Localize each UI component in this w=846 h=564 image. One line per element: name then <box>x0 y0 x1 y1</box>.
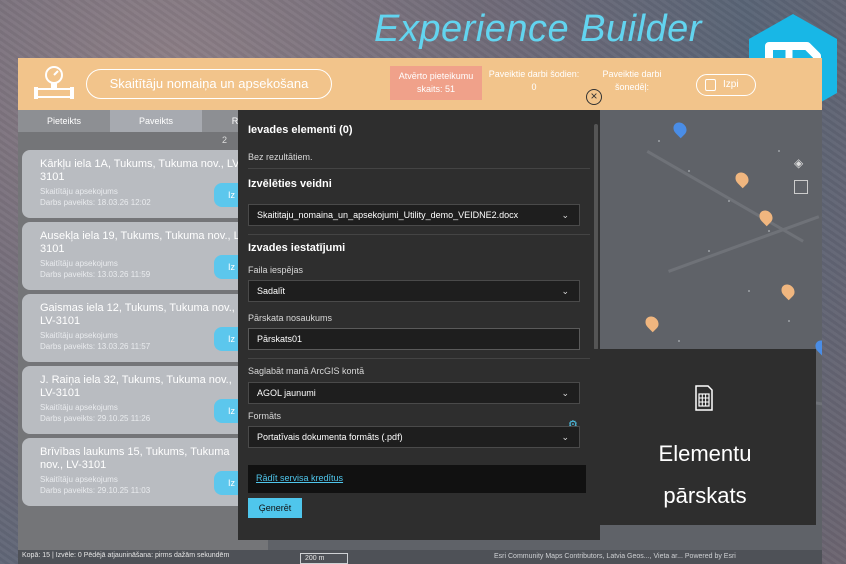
report-name-label: Pārskata nosaukums <box>248 313 333 323</box>
map-pin[interactable] <box>642 313 662 333</box>
map-attribution: Esri Community Maps Contributors, Latvia… <box>494 553 736 560</box>
list-item-done: Darbs paveikts: 18.03.26 12:02 <box>40 198 151 207</box>
app-title: Skaitītāju nomaiņa un apsekošana <box>86 69 332 99</box>
stat-done-today: Paveiktie darbi šodien: 0 <box>488 69 580 92</box>
map-road <box>668 215 820 273</box>
map-pin[interactable] <box>670 119 690 139</box>
chevron-down-icon: ⌄ <box>561 210 569 220</box>
map-pin[interactable] <box>778 281 798 301</box>
file-options-select[interactable]: Sadalīt ⌄ <box>248 280 580 302</box>
list-item-address: J. Raiņa iela 32, Tukums, Tukuma nov., L… <box>40 374 232 399</box>
product-title: Experience Builder <box>374 8 702 50</box>
list-panel: Pieteikts Paveikts R 2 Kārkļu iela 1A, T… <box>18 110 268 550</box>
list-item[interactable]: Kārkļu iela 1A, Tukums, Tukuma nov., LV-… <box>22 150 262 218</box>
tab-bar: Pieteikts Paveikts R <box>18 110 268 132</box>
list-item-done: Darbs paveikts: 29.10.25 11:03 <box>40 486 151 495</box>
report-name-input[interactable]: Pārskats01 <box>248 328 580 350</box>
list-item[interactable]: Gaismas iela 12, Tukums, Tukuma nov., LV… <box>22 294 262 362</box>
list-item-address: Ausekļa iela 19, Tukums, Tukuma nov., LV… <box>40 230 250 255</box>
save-location-value: AGOL jaunumi <box>257 388 316 398</box>
tab-submitted[interactable]: Pieteikts <box>18 110 110 132</box>
callout-line-1: Elementu <box>658 441 752 466</box>
basemap-gallery-icon[interactable] <box>794 180 808 194</box>
save-location-select[interactable]: AGOL jaunumi ⌄ <box>248 382 580 404</box>
map-dot <box>678 340 680 342</box>
map-dot <box>748 290 750 292</box>
map-dot <box>778 150 780 152</box>
chevron-down-icon: ⌄ <box>561 286 569 296</box>
list-item-address: Brīvības laukums 15, Tukums, Tukuma nov.… <box>40 446 230 471</box>
list-item-type: Skaitītāju apsekojums <box>40 187 118 196</box>
divider <box>248 168 590 169</box>
chevron-down-icon: ⌄ <box>561 432 569 442</box>
format-label: Formāts <box>248 411 282 421</box>
layers-icon[interactable]: ◈ <box>794 156 808 170</box>
format-value: Portatīvais dokumenta formāts (.pdf) <box>257 432 403 442</box>
callout-line-2: pārskats <box>663 483 747 508</box>
map-pin[interactable] <box>732 169 752 189</box>
map-dot <box>708 250 710 252</box>
tab-completed[interactable]: Paveikts <box>110 110 202 132</box>
credits-box: Rādīt servisa kredītus <box>248 465 586 493</box>
list-item-address: Kārkļu iela 1A, Tukums, Tukuma nov., LV-… <box>40 158 243 183</box>
save-to-arcgis-label: Saglabāt manā ArcGIS kontā <box>248 366 365 376</box>
list-item-type: Skaitītāju apsekojums <box>40 331 118 340</box>
list-item-type: Skaitītāju apsekojums <box>40 403 118 412</box>
divider <box>248 358 590 359</box>
list-item-address: Gaismas iela 12, Tukums, Tukuma nov., LV… <box>40 302 235 327</box>
list-item[interactable]: Brīvības laukums 15, Tukums, Tukuma nov.… <box>22 438 262 506</box>
map-dot <box>788 320 790 322</box>
format-select[interactable]: Portatīvais dokumenta formāts (.pdf) ⌄ <box>248 426 580 448</box>
export-icon <box>705 79 716 91</box>
list-count: 2 <box>222 135 228 145</box>
chevron-down-icon: ⌄ <box>561 388 569 398</box>
app-header: Skaitītāju nomaiņa un apsekošana Atvērto… <box>18 58 822 110</box>
divider <box>248 234 590 235</box>
stat-done-week: Paveiktie darbi šonedēļ: <box>602 69 662 92</box>
list-item-done: Darbs paveikts: 13.03.26 11:59 <box>40 270 151 279</box>
map-dot <box>768 230 770 232</box>
list-item[interactable]: Ausekļa iela 19, Tukums, Tukuma nov., LV… <box>22 222 262 290</box>
status-text: Kopā: 15 | Izvēle: 0 Pēdējā atjaunināšan… <box>22 552 230 559</box>
feature-report-callout: Elementu pārskats <box>594 349 816 525</box>
list-item-type: Skaitītāju apsekojums <box>40 259 118 268</box>
generate-button[interactable]: Ģenerēt <box>248 498 302 518</box>
close-icon[interactable]: × <box>586 89 602 105</box>
list-item-type: Skaitītāju apsekojums <box>40 475 118 484</box>
list-item-done: Darbs paveikts: 29.10.25 11:26 <box>40 414 151 423</box>
stat-open-requests: Atvērto pieteikumu skaits: 51 <box>390 66 482 100</box>
map-dot <box>658 140 660 142</box>
list-item-done: Darbs paveikts: 13.03.26 11:57 <box>40 342 151 351</box>
report-icon <box>695 385 713 411</box>
meter-icon <box>34 66 74 99</box>
service-credits-link[interactable]: Rādīt servisa kredītus <box>256 473 343 483</box>
template-heading: Izvēlēties veidni <box>248 178 332 190</box>
export-button[interactable]: Izpi <box>696 74 756 96</box>
scrollbar[interactable] <box>594 124 598 350</box>
map-dot <box>728 200 730 202</box>
no-results-text: Bez rezultātiem. <box>248 152 313 162</box>
report-dialog: Ievades elementi (0) Bez rezultātiem. Iz… <box>238 110 600 540</box>
input-elements-heading: Ievades elementi (0) <box>248 124 353 136</box>
output-settings-heading: Izvades iestatījumi <box>248 242 346 254</box>
template-select-value: Skaititaju_nomaina_un_apsekojumi_Utility… <box>257 210 519 220</box>
map-scale: 200 m <box>300 553 348 564</box>
template-select[interactable]: Skaititaju_nomaina_un_apsekojumi_Utility… <box>248 204 580 226</box>
list-item[interactable]: J. Raiņa iela 32, Tukums, Tukuma nov., L… <box>22 366 262 434</box>
export-label: Izpi <box>723 79 739 90</box>
file-options-value: Sadalīt <box>257 286 286 296</box>
map-dot <box>688 170 690 172</box>
file-options-label: Faila iespējas <box>248 265 304 275</box>
